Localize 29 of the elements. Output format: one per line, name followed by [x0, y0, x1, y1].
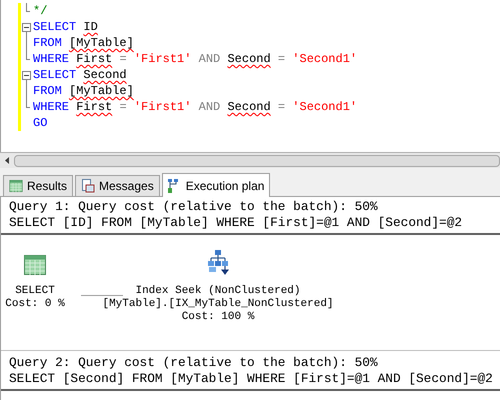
operator-object: [MyTable].[IX_MyTable_NonClustered] — [102, 298, 334, 311]
result-tab[interactable]: Results — [3, 175, 74, 196]
code-line: FROM [MyTable] — [33, 35, 134, 51]
code-line: WHERE First = 'First1' AND Second = 'Second1' — [33, 99, 358, 115]
scroll-left-icon[interactable] — [5, 157, 9, 164]
collapse-icon[interactable] — [22, 23, 31, 32]
code-line: */ — [33, 3, 48, 19]
operator-name: Index Seek (NonClustered) — [135, 285, 301, 298]
grid-icon — [9, 180, 23, 192]
code-line: GO — [33, 115, 48, 131]
result-tab[interactable]: Messages — [75, 175, 160, 196]
horizontal-scrollbar[interactable] — [0, 152, 500, 168]
index-seek-icon — [207, 249, 229, 275]
query-title: Query 1: Query cost (relative to the batch): 50% — [9, 199, 379, 215]
code-editor[interactable]: */ SELECT ID FROM [MyTable] WHERE First = 'First1' AND Second = 'Second1' SELECT Second FROM [MyTable] WHERE First = 'First1' AND Second = 'Second1' GO — [0, 0, 500, 152]
table-icon — [24, 255, 46, 275]
operator-name: SELECT — [15, 285, 55, 298]
operator-cost: Cost: 100 % — [182, 311, 254, 324]
document-icon — [81, 179, 96, 193]
query-statement: SELECT [Second] FROM [MyTable] WHERE [First]=@1 AND [Second]=@2 — [9, 371, 492, 387]
operator-cost: Cost: 0 % — [5, 298, 65, 311]
code-line: SELECT ID — [33, 19, 98, 35]
result-tab[interactable]: Execution plan — [162, 173, 270, 197]
code-line: WHERE First = 'First1' AND Second = 'Second1' — [33, 51, 358, 67]
collapse-icon[interactable] — [22, 71, 31, 80]
code-line: FROM [MyTable] — [33, 83, 134, 99]
query-statement: SELECT [ID] FROM [MyTable] WHERE [First]=@1 AND [Second]=@2 — [9, 215, 464, 231]
query-title: Query 2: Query cost (relative to the batch): 50% — [9, 355, 379, 371]
code-line: SELECT Second — [33, 67, 127, 83]
